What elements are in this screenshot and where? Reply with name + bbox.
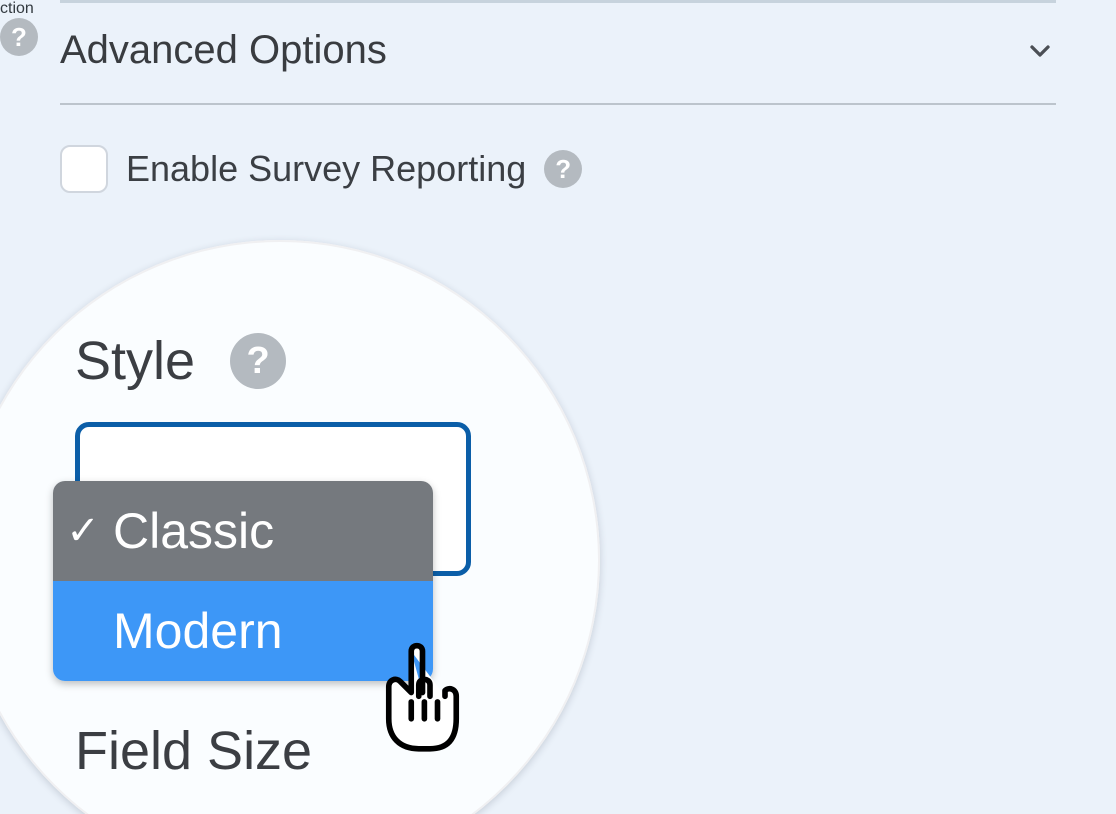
occluded-option-text: ction	[0, 0, 34, 17]
dropdown-option-label: Classic	[113, 502, 433, 560]
survey-reporting-checkbox[interactable]	[60, 145, 108, 193]
help-icon[interactable]: ?	[0, 18, 38, 56]
survey-reporting-label: Enable Survey Reporting	[126, 148, 526, 190]
pointer-cursor-icon	[355, 640, 475, 760]
section-title: Advanced Options	[60, 28, 387, 73]
field-size-label: Field Size	[75, 720, 312, 782]
enable-survey-reporting-row[interactable]: Enable Survey Reporting ?	[60, 145, 1056, 193]
style-label: Style	[75, 330, 195, 392]
advanced-options-header[interactable]: Advanced Options	[60, 3, 1056, 103]
magnifier-lens: Style ? ✓ Classic Modern Field Size	[0, 240, 600, 814]
chevron-down-icon	[1024, 35, 1056, 67]
help-icon[interactable]: ?	[544, 150, 582, 188]
dropdown-option-classic[interactable]: ✓ Classic	[53, 481, 433, 581]
divider	[60, 103, 1056, 105]
help-icon[interactable]: ?	[230, 333, 286, 389]
checkmark-icon: ✓	[53, 508, 113, 554]
